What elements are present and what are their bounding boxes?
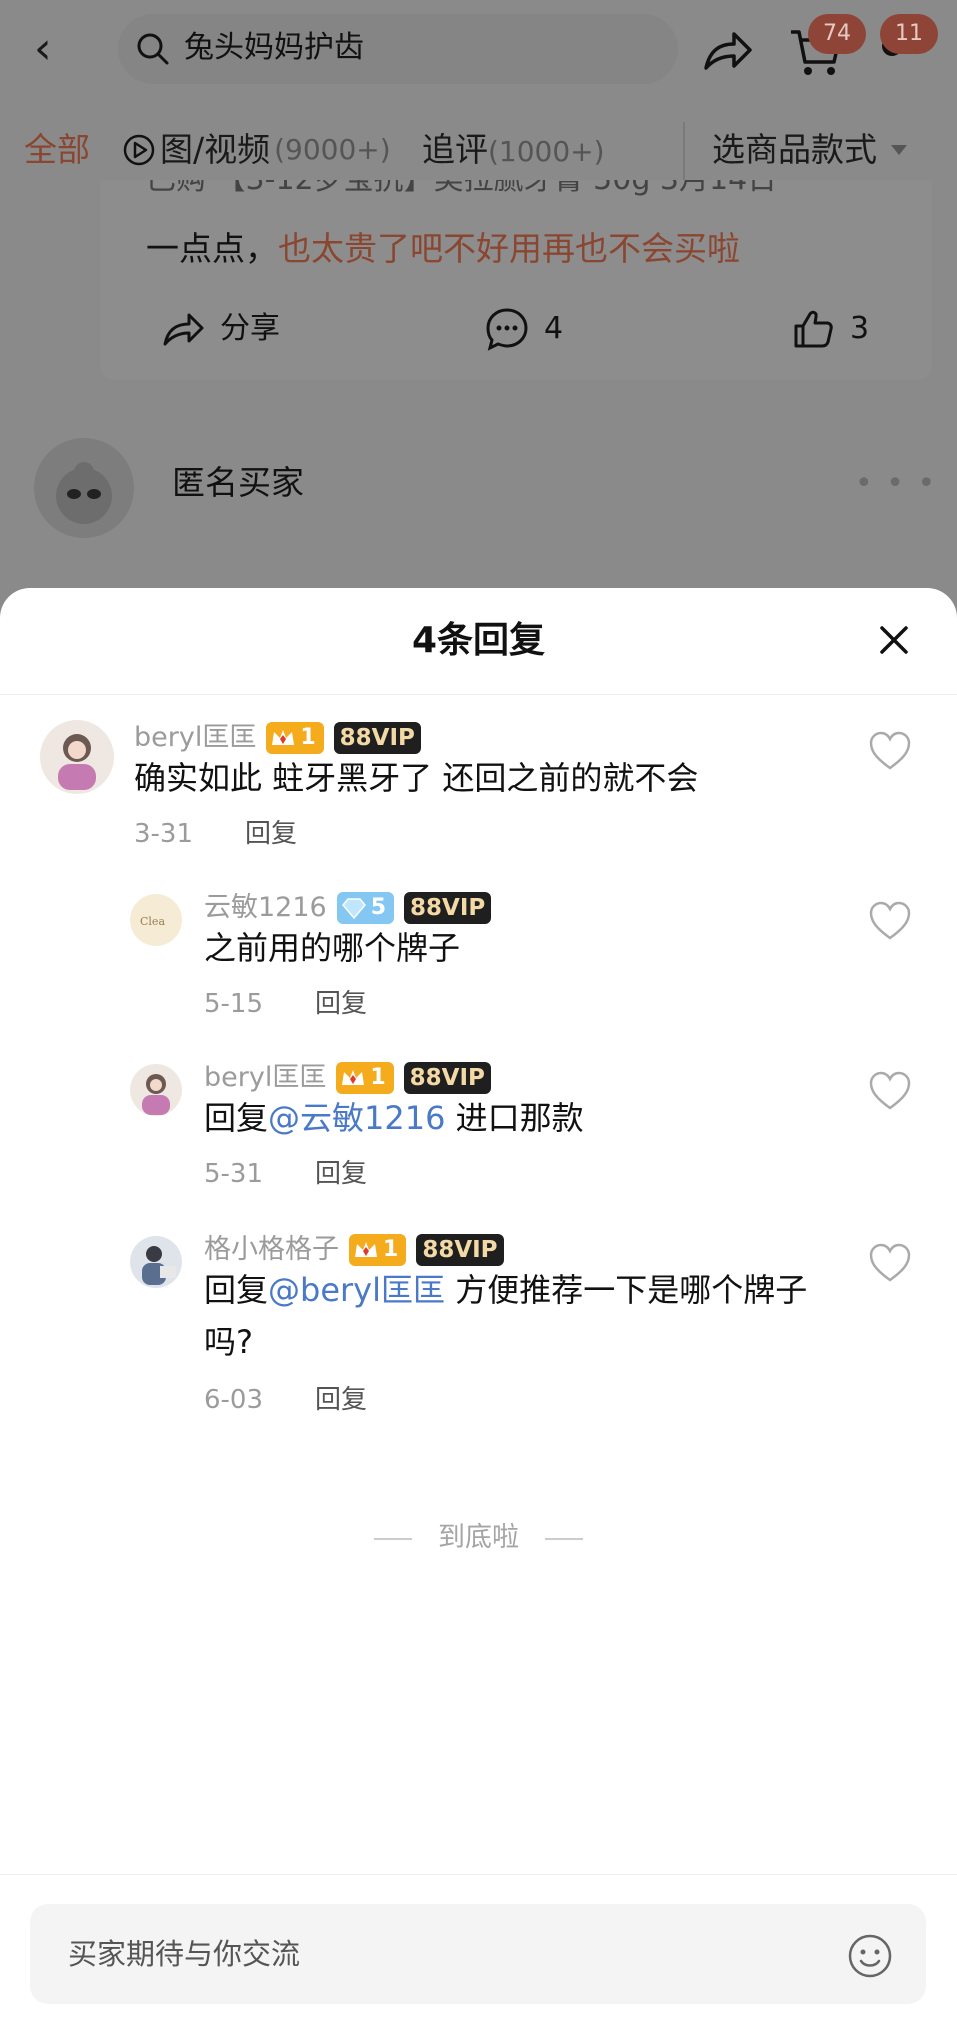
tab-all[interactable]: 全部	[24, 128, 90, 172]
message-badge: 11	[880, 14, 938, 54]
end-of-list: 到底啦	[0, 1518, 957, 1558]
tab-media-label: 图/视频	[160, 130, 271, 169]
reply-button[interactable]: 回复	[315, 1156, 367, 1192]
reviewer-name: 匿名买家	[172, 463, 304, 502]
tab-followup-label: 追评	[422, 130, 488, 169]
comment-date: 6-03	[204, 1385, 264, 1415]
more-icon[interactable]: • • •	[855, 469, 937, 499]
tab-followup[interactable]: 追评(1000+)	[422, 128, 605, 174]
search-query: 兔头妈妈护齿	[184, 30, 364, 65]
comment-author: 云敏1216 5 88VIP	[204, 890, 492, 926]
crown-icon	[272, 730, 295, 745]
comment-text: 之前用的哪个牌子	[204, 929, 461, 967]
heart-icon[interactable]	[868, 1070, 912, 1112]
sheet-divider	[0, 694, 957, 695]
comment-text: 回复@beryl匡匡 方便推荐一下是哪个牌子吗?	[204, 1271, 808, 1361]
vip-badge: 88VIP	[403, 1062, 491, 1094]
chevron-down-icon	[891, 145, 907, 155]
back-button[interactable]: ‹	[34, 26, 74, 74]
comment-icon	[486, 308, 528, 351]
author-name: 云敏1216	[204, 892, 327, 923]
comment-input-placeholder: 买家期待与你交流	[68, 1937, 301, 1971]
vip-badge: 88VIP	[404, 892, 492, 924]
author-name: beryl匡匡	[204, 1062, 327, 1093]
heart-icon[interactable]	[868, 730, 912, 772]
select-style-dropdown[interactable]: 选商品款式	[712, 128, 909, 172]
play-icon	[123, 134, 155, 166]
review-text: 一点点，也太贵了吧不好用再也不会买啦	[146, 229, 740, 268]
comment-author: beryl匡匡 1 88VIP	[134, 720, 421, 756]
background-page: ‹ 兔头妈妈护齿 74 11 全部 图/视频 (9000+) 追评(1000+)…	[0, 0, 957, 600]
vip-badge: 88VIP	[333, 722, 421, 754]
comment-meta: 3-31 回复	[134, 816, 297, 852]
select-style-label: 选商品款式	[712, 130, 877, 169]
share-label: 分享	[220, 311, 280, 346]
avatar[interactable]	[130, 1064, 182, 1116]
share-icon[interactable]	[700, 24, 754, 78]
cart-badge: 74	[808, 14, 866, 54]
like-count: 3	[850, 311, 870, 346]
diamond-icon	[341, 898, 366, 919]
reply-button[interactable]: 回复	[315, 986, 367, 1022]
level-badge: 5	[336, 892, 395, 924]
comment-text: 确实如此 蛀牙黑牙了 还回之前的就不会	[134, 759, 699, 797]
comment-date: 3-31	[134, 819, 194, 849]
emoji-icon[interactable]	[846, 1932, 894, 1980]
comment-author: beryl匡匡 1 88VIP	[204, 1060, 491, 1096]
comment-date: 5-15	[204, 989, 264, 1019]
comment-text: 回复@云敏1216 进口那款	[204, 1099, 584, 1137]
heart-icon[interactable]	[868, 900, 912, 942]
avatar[interactable]	[34, 438, 134, 538]
avatar[interactable]: Clea	[130, 894, 182, 946]
comment-input[interactable]: 买家期待与你交流	[30, 1904, 926, 2004]
tab-media[interactable]: 图/视频 (9000+)	[122, 128, 391, 172]
sheet-title: 4条回复	[411, 620, 546, 661]
author-name: 格小格格子	[204, 1234, 339, 1265]
level-badge: 1	[336, 1062, 394, 1094]
author-name: beryl匡匡	[134, 722, 257, 753]
search-box[interactable]: 兔头妈妈护齿	[118, 14, 678, 84]
reply-sheet: 4条回复 beryl匡匡 1 88VIP 确实如此 蛀牙黑牙了 还回之前的就不会…	[0, 588, 957, 2036]
comment-count: 4	[544, 311, 564, 346]
close-icon[interactable]	[872, 618, 916, 662]
like-action[interactable]: 3	[790, 306, 869, 352]
comment-author: 格小格格子 1 88VIP	[204, 1232, 504, 1268]
tab-followup-count: (1000+)	[488, 135, 605, 168]
review-variant-line: 已购 【3-12岁宝抗】美拉腻牙膏 50g 3月14日	[146, 180, 926, 208]
crown-icon	[355, 1242, 377, 1257]
level-badge: 1	[349, 1234, 407, 1266]
svg-text:Clea: Clea	[140, 915, 165, 928]
share-icon	[163, 313, 204, 346]
comment-action[interactable]: 4	[484, 306, 563, 352]
top-bar: ‹ 兔头妈妈护齿 74 11	[0, 0, 957, 100]
share-action[interactable]: 分享	[160, 306, 280, 352]
avatar[interactable]	[130, 1236, 182, 1288]
reply-button[interactable]: 回复	[315, 1382, 367, 1418]
reply-button[interactable]: 回复	[245, 816, 297, 852]
tab-divider	[683, 122, 685, 180]
heart-icon[interactable]	[868, 1242, 912, 1284]
comment-meta: 6-03 回复	[204, 1382, 367, 1418]
avatar[interactable]	[40, 720, 114, 794]
mention-link[interactable]: @beryl匡匡	[268, 1271, 445, 1309]
crown-icon	[342, 1070, 365, 1085]
vip-badge: 88VIP	[416, 1234, 504, 1266]
thumbs-up-icon	[794, 310, 833, 348]
comment-meta: 5-31 回复	[204, 1156, 367, 1192]
anonymous-avatar-icon	[56, 462, 112, 524]
level-badge: 1	[266, 722, 324, 754]
footer-divider	[0, 1874, 957, 1875]
comment-date: 5-31	[204, 1159, 264, 1189]
comment-meta: 5-15 回复	[204, 986, 367, 1022]
mention-link[interactable]: @云敏1216	[268, 1099, 445, 1137]
search-icon	[137, 33, 169, 65]
tab-media-count: (9000+)	[274, 133, 391, 166]
